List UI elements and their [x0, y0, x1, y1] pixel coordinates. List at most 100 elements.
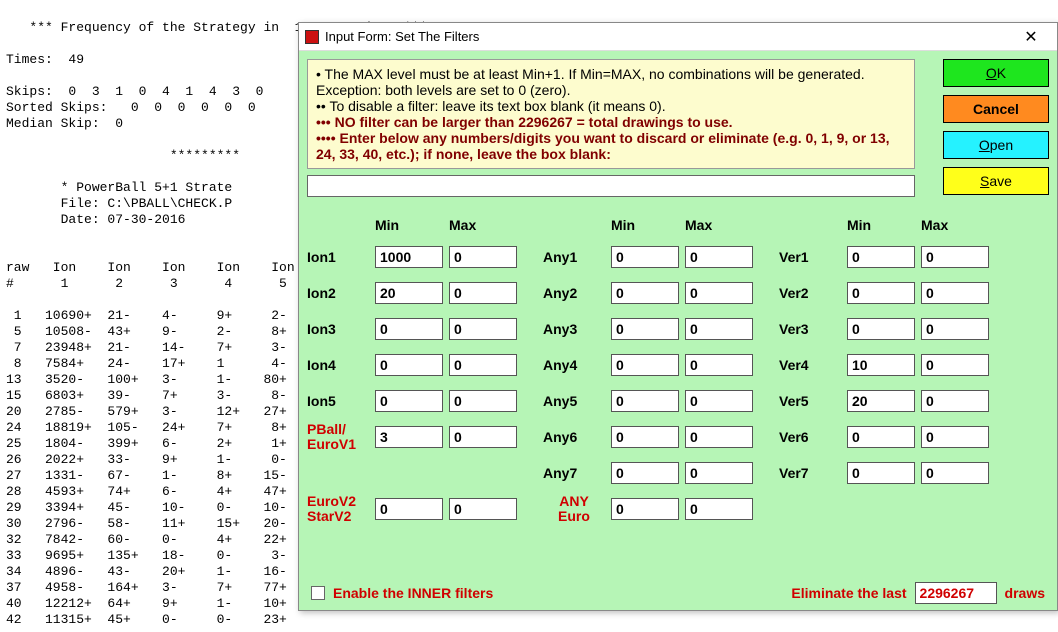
any6-max[interactable]	[685, 426, 753, 448]
eurov2-max[interactable]	[449, 498, 517, 520]
any5-label: Any5	[543, 393, 605, 409]
bottom-row: Enable the INNER filters Eliminate the l…	[311, 582, 1045, 604]
any4-label: Any4	[543, 357, 605, 373]
report-rows: 1 10690+ 21- 4- 9+ 2- 5 10508- 43+ 9- 2-…	[6, 308, 287, 627]
ion4-min[interactable]	[375, 354, 443, 376]
open-button[interactable]: Open	[943, 131, 1049, 159]
report-sorted-skips: Sorted Skips: 0 0 0 0 0 0	[6, 100, 256, 115]
any5-max[interactable]	[685, 390, 753, 412]
ver7-max[interactable]	[921, 462, 989, 484]
dialog-title: Input Form: Set The Filters	[325, 29, 1011, 44]
close-icon[interactable]: ✕	[1011, 27, 1051, 47]
any6-min[interactable]	[611, 426, 679, 448]
hdr-max-2: Max	[685, 217, 753, 233]
pball-label: PBall/EuroV1	[307, 422, 369, 451]
enable-inner-checkbox[interactable]	[311, 586, 325, 600]
dialog-body: • The MAX level must be at least Min+1. …	[299, 51, 1057, 610]
any1-label: Any1	[543, 249, 605, 265]
ion4-label: Ion4	[307, 357, 369, 373]
any2-min[interactable]	[611, 282, 679, 304]
any2-label: Any2	[543, 285, 605, 301]
app-icon	[305, 30, 319, 44]
hdr-max-3: Max	[921, 217, 989, 233]
ver4-max[interactable]	[921, 354, 989, 376]
ver3-min[interactable]	[847, 318, 915, 340]
exclude-input[interactable]	[307, 175, 915, 197]
save-button[interactable]: Save	[943, 167, 1049, 195]
ion1-min[interactable]	[375, 246, 443, 268]
ok-button[interactable]: OK	[943, 59, 1049, 87]
report-date: Date: 07-30-2016	[6, 212, 185, 227]
ion5-label: Ion5	[307, 393, 369, 409]
hdr-min-3: Min	[847, 217, 915, 233]
cancel-button[interactable]: Cancel	[943, 95, 1049, 123]
any7-min[interactable]	[611, 462, 679, 484]
ion1-max[interactable]	[449, 246, 517, 268]
ver2-max[interactable]	[921, 282, 989, 304]
enable-inner-label: Enable the INNER filters	[333, 585, 493, 601]
report-median-skip: Median Skip: 0	[6, 116, 123, 131]
pball-max[interactable]	[449, 426, 517, 448]
report-file: File: C:\PBALL\CHECK.P	[6, 196, 232, 211]
ver5-max[interactable]	[921, 390, 989, 412]
eurov2-min[interactable]	[375, 498, 443, 520]
ver3-label: Ver3	[779, 321, 841, 337]
eliminate-input[interactable]	[915, 582, 997, 604]
ver4-min[interactable]	[847, 354, 915, 376]
any2-max[interactable]	[685, 282, 753, 304]
hdr-min-2: Min	[611, 217, 679, 233]
ver1-label: Ver1	[779, 249, 841, 265]
grid-header-row: Min Max Min Max Min Max	[307, 211, 1049, 239]
any6-label: Any6	[543, 429, 605, 445]
filter-dialog: Input Form: Set The Filters ✕ • The MAX …	[298, 22, 1058, 611]
report-stars: *********	[6, 148, 240, 163]
ion5-min[interactable]	[375, 390, 443, 412]
note-line2: •• To disable a filter: leave its text b…	[316, 98, 666, 114]
report-strategy: * PowerBall 5+1 Strate	[6, 180, 232, 195]
ion5-max[interactable]	[449, 390, 517, 412]
any4-min[interactable]	[611, 354, 679, 376]
ion4-max[interactable]	[449, 354, 517, 376]
ver3-max[interactable]	[921, 318, 989, 340]
anyeuro-min[interactable]	[611, 498, 679, 520]
ver2-min[interactable]	[847, 282, 915, 304]
side-buttons: OK Cancel Open Save	[943, 59, 1049, 195]
ver6-min[interactable]	[847, 426, 915, 448]
ion3-min[interactable]	[375, 318, 443, 340]
ion2-max[interactable]	[449, 282, 517, 304]
eurov2-label: EuroV2StarV2	[307, 494, 369, 523]
filter-row-4: Ion4Any4Ver4	[307, 347, 1049, 383]
any7-label: Any7	[543, 465, 605, 481]
report-skips: Skips: 0 3 1 0 4 1 4 3 0	[6, 84, 263, 99]
ion3-max[interactable]	[449, 318, 517, 340]
filter-row-6: PBall/EuroV1Any6Ver6	[307, 419, 1049, 455]
any3-label: Any3	[543, 321, 605, 337]
ver5-min[interactable]	[847, 390, 915, 412]
filter-row-5: Ion5 Any5 Ver5	[307, 383, 1049, 419]
ver6-max[interactable]	[921, 426, 989, 448]
note-line3: ••• NO filter can be larger than 2296267…	[316, 114, 733, 130]
any7-max[interactable]	[685, 462, 753, 484]
titlebar[interactable]: Input Form: Set The Filters ✕	[299, 23, 1057, 51]
report-colhdr2: # 1 2 3 4 5	[6, 276, 287, 291]
any5-min[interactable]	[611, 390, 679, 412]
ver5-label: Ver5	[779, 393, 841, 409]
ion2-min[interactable]	[375, 282, 443, 304]
ion1-label: Ion1	[307, 249, 369, 265]
ver1-min[interactable]	[847, 246, 915, 268]
any3-min[interactable]	[611, 318, 679, 340]
eliminate-label: Eliminate the last	[791, 585, 906, 601]
any1-max[interactable]	[685, 246, 753, 268]
anyeuro-max[interactable]	[685, 498, 753, 520]
any4-max[interactable]	[685, 354, 753, 376]
filter-row-8: EuroV2StarV2ANYEuro	[307, 491, 1049, 527]
any3-max[interactable]	[685, 318, 753, 340]
filter-row-3: Ion3Any3Ver3	[307, 311, 1049, 347]
filter-grid: Min Max Min Max Min Max Ion1 Any1 Ver1 Ion2…	[307, 211, 1049, 527]
pball-min[interactable]	[375, 426, 443, 448]
ion2-label: Ion2	[307, 285, 369, 301]
ver1-max[interactable]	[921, 246, 989, 268]
ver7-min[interactable]	[847, 462, 915, 484]
note-line1: • The MAX level must be at least Min+1. …	[316, 66, 865, 98]
any1-min[interactable]	[611, 246, 679, 268]
